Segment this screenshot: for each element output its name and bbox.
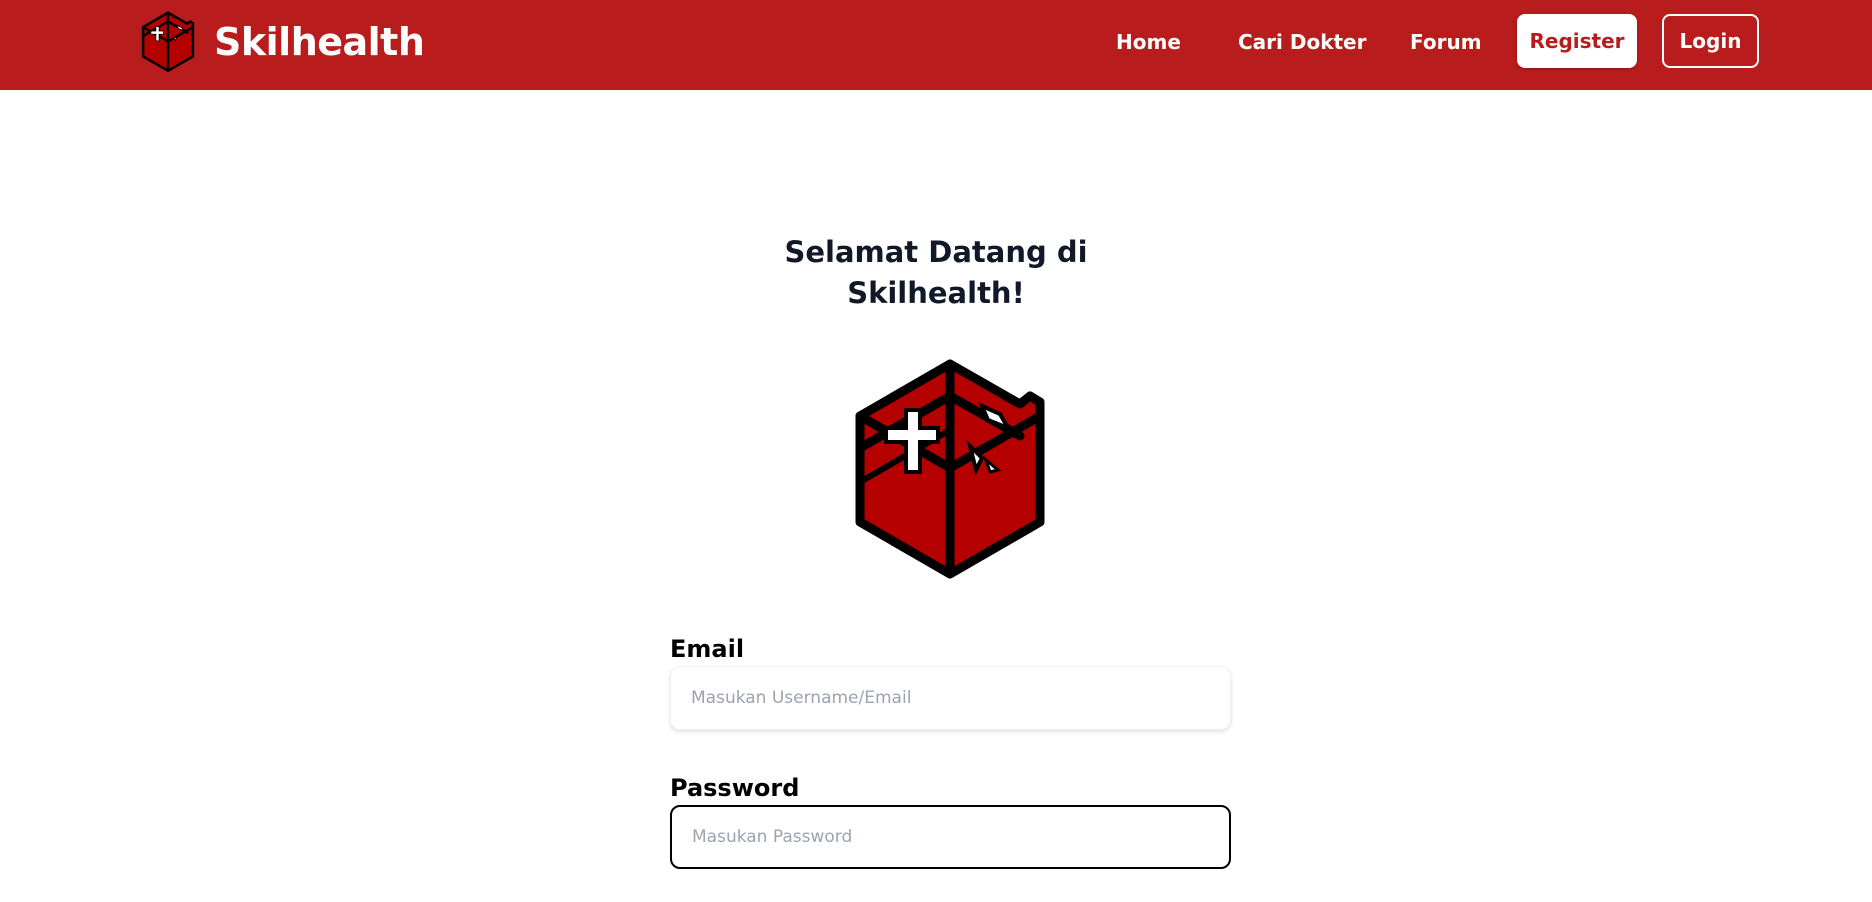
email-label: Email: [670, 635, 745, 663]
nav-link-forum[interactable]: Forum: [1410, 24, 1482, 60]
nav-link-home[interactable]: Home: [1116, 24, 1181, 60]
welcome-line-1: Selamat Datang di: [784, 235, 1088, 269]
brand-name: Skilhealth: [214, 20, 425, 64]
skilhealth-logo-icon: [141, 11, 195, 73]
brand-home-link[interactable]: Skilhealth: [138, 10, 425, 74]
login-button[interactable]: Login: [1662, 14, 1759, 68]
password-label: Password: [670, 774, 800, 802]
top-navbar: Skilhealth Home Cari Dokter Forum Regist…: [0, 0, 1872, 90]
password-input[interactable]: [670, 805, 1231, 869]
welcome-line-2: Skilhealth!: [847, 276, 1025, 310]
nav-link-cari-dokter[interactable]: Cari Dokter: [1238, 24, 1367, 60]
register-button[interactable]: Register: [1517, 14, 1637, 68]
skilhealth-hero-logo-icon: [855, 359, 1045, 579]
welcome-heading: Selamat Datang di Skilhealth!: [736, 232, 1136, 314]
email-input[interactable]: [670, 666, 1231, 730]
